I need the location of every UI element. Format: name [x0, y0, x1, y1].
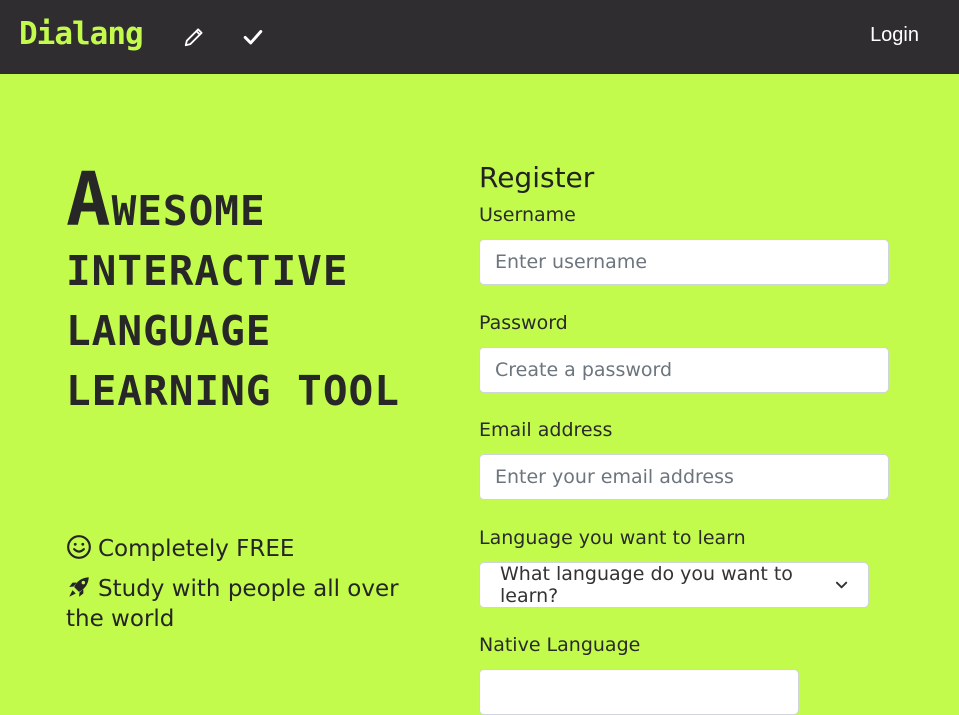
smile-icon: [66, 534, 92, 560]
username-input[interactable]: [479, 239, 889, 285]
learn-language-select[interactable]: What language do you want to learn?: [479, 562, 869, 608]
navbar: Dialang Login: [0, 0, 959, 74]
password-input[interactable]: [479, 347, 889, 393]
email-input[interactable]: [479, 454, 889, 500]
feature-world: Study with people all over the world: [66, 574, 426, 634]
chevron-down-icon: [835, 581, 848, 589]
username-label: Username: [479, 204, 576, 226]
login-link[interactable]: Login: [870, 24, 919, 47]
register-title: Register: [479, 161, 595, 194]
learn-language-value: What language do you want to learn?: [500, 563, 793, 607]
hero-heading: Awesome interactive language learning to…: [66, 157, 400, 415]
brand-logo[interactable]: Dialang: [19, 16, 144, 52]
password-label: Password: [479, 312, 568, 334]
rocket-icon: [66, 574, 92, 600]
check-icon[interactable]: [238, 22, 268, 52]
feature-world-text: Study with people all over the world: [66, 576, 399, 632]
pencil-icon[interactable]: [179, 22, 209, 52]
feature-free: Completely FREE: [66, 534, 426, 564]
feature-free-text: Completely FREE: [98, 536, 295, 562]
native-language-select[interactable]: [479, 669, 799, 715]
learn-language-label: Language you want to learn: [479, 527, 746, 549]
native-language-label: Native Language: [479, 634, 641, 656]
email-label: Email address: [479, 419, 613, 441]
